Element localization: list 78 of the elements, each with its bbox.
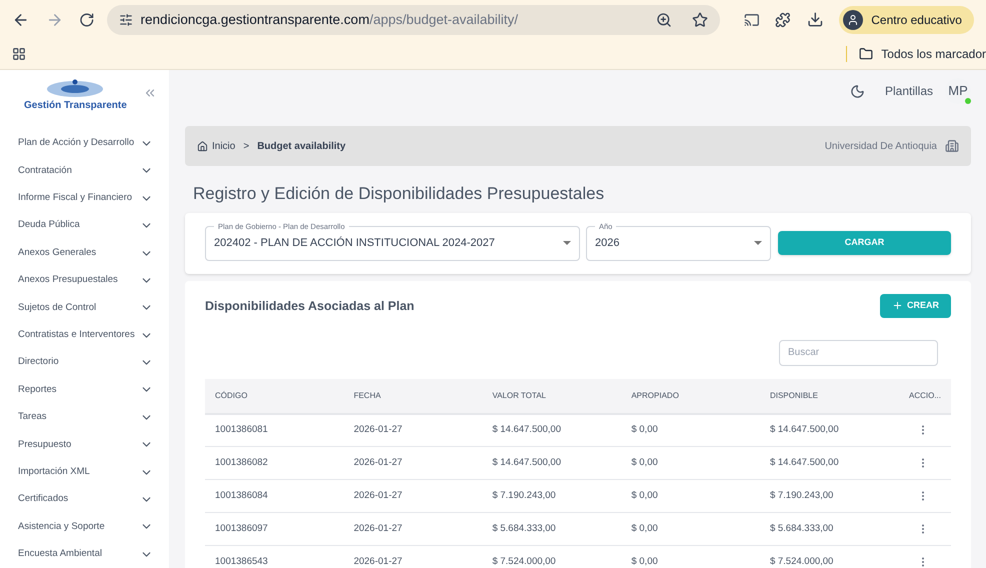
table-cell: $ 14.647.500,00 <box>760 446 899 480</box>
breadcrumb-link[interactable]: Inicio <box>212 138 236 154</box>
sidebar-item[interactable]: Tareas <box>0 404 169 432</box>
templates-link[interactable]: Plantillas <box>884 82 933 100</box>
sidebar-item[interactable]: Anexos Presupuestales <box>0 266 169 294</box>
apps-icon[interactable] <box>12 47 26 62</box>
reload-icon[interactable] <box>79 12 95 28</box>
sidebar-item[interactable]: Importación XML <box>0 458 169 486</box>
table-cell: $ 7.524.000,00 <box>760 546 899 568</box>
table-cell: $ 0,00 <box>621 512 760 546</box>
avatar-icon <box>843 10 864 30</box>
page-title: Registro y Edición de Disponibilidades Presupuestales <box>193 183 606 205</box>
table-cell: $ 0,00 <box>621 546 760 568</box>
table-cell: 2026-01-27 <box>344 414 482 446</box>
column-header: VALOR TOTAL <box>482 378 622 414</box>
download-icon[interactable] <box>806 11 824 28</box>
table-cell: $ 7.190.243,00 <box>760 480 899 512</box>
table-cell: $ 7.190.243,00 <box>482 480 622 512</box>
plus-icon <box>892 300 903 311</box>
media-icon[interactable] <box>744 12 760 28</box>
profile-button[interactable]: Centro educativo <box>839 6 974 34</box>
sidebar-item[interactable]: Informe Fiscal y Financiero <box>0 184 169 212</box>
url-text: rendicioncga.gestiontransparente.com/apps/budget-availability/ <box>140 10 518 29</box>
sidebar-item[interactable]: Reportes <box>0 376 169 404</box>
sidebar-item[interactable]: Contratación <box>0 157 169 185</box>
table-cell: $ 14.647.500,00 <box>760 414 899 446</box>
table-cell: $ 0,00 <box>621 446 760 480</box>
sidebar-item[interactable]: Contratistas e Interventores <box>0 321 169 349</box>
sidebar-item[interactable]: Presupuesto <box>0 431 169 458</box>
table-cell: $ 0,00 <box>621 480 760 512</box>
table-cell: 1001386081 <box>205 414 344 446</box>
sidebar-item[interactable]: Deuda Pública <box>0 212 169 240</box>
zoom-icon[interactable] <box>656 12 672 28</box>
sidebar-item[interactable]: Plan de Acción y Desarrollo <box>0 130 169 158</box>
bookmarks-folder[interactable]: Todos los marcador <box>859 45 986 64</box>
sidebar-item[interactable]: Asistencia y Soporte <box>0 513 169 541</box>
table-cell: 1001386097 <box>205 512 344 546</box>
table-cell: 1001386082 <box>205 446 344 480</box>
bookmark-star-icon[interactable] <box>692 12 708 28</box>
sidebar-item[interactable]: Certificados <box>0 486 169 514</box>
entity-name: Universidad De Antioquia <box>824 140 937 154</box>
column-header: APROPIADO <box>621 378 760 414</box>
table-cell: 2026-01-27 <box>344 546 482 568</box>
table-cell: $ 7.524.000,00 <box>482 546 622 568</box>
online-status-icon <box>965 98 971 104</box>
column-header: FECHA <box>344 378 482 414</box>
table-cell: $ 5.684.333,00 <box>760 512 899 546</box>
table-cell: $ 5.684.333,00 <box>482 512 622 546</box>
table-cell: 2026-01-27 <box>344 446 482 480</box>
building-icon <box>945 139 959 153</box>
site-settings-icon[interactable] <box>118 12 133 27</box>
table-cell: $ 14.647.500,00 <box>482 414 622 446</box>
column-header: CÓDIGO <box>205 378 344 414</box>
breadcrumb-current: Budget availability <box>257 140 346 154</box>
table-cell: $ 14.647.500,00 <box>482 446 622 480</box>
address-bar[interactable]: rendicioncga.gestiontransparente.com/apps/budget-availability/ <box>106 4 720 35</box>
sidebar-item[interactable]: Sujetos de Control <box>0 294 169 322</box>
sidebar-item[interactable]: Encuesta Ambiental <box>0 540 169 568</box>
column-header: DISPONIBLE <box>760 378 899 414</box>
dropdown-caret-icon <box>563 241 571 245</box>
table-cell: 1001386543 <box>205 546 344 568</box>
home-icon <box>197 140 208 152</box>
logo-text: Gestión Transparente <box>24 99 127 113</box>
table-cell: $ 0,00 <box>621 414 760 446</box>
logo-icon <box>45 78 106 98</box>
sidebar-item[interactable]: Anexos Generales <box>0 239 169 267</box>
folder-icon <box>859 47 874 62</box>
sidebar-item[interactable]: Directorio <box>0 348 169 376</box>
table-cell: 2026-01-27 <box>344 480 482 512</box>
table-cell: 2026-01-27 <box>344 512 482 546</box>
breadcrumb-separator: > <box>243 140 250 154</box>
column-header: ACCIO... <box>898 378 951 414</box>
search-field[interactable]: Buscar <box>779 340 938 366</box>
dropdown-caret-icon <box>754 241 762 245</box>
section-title: Disponibilidades Asociadas al Plan <box>205 298 414 315</box>
extensions-icon[interactable] <box>775 12 791 28</box>
table-cell: 1001386084 <box>205 480 344 512</box>
dark-mode-icon[interactable] <box>850 84 865 98</box>
